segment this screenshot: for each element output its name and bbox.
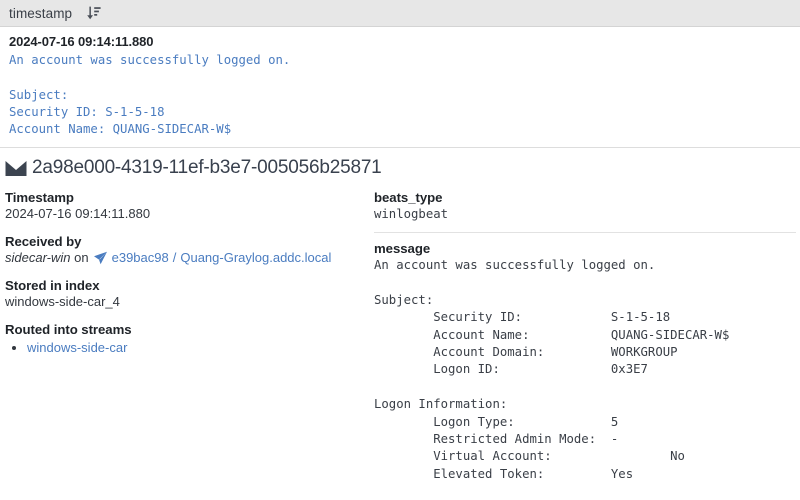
field-name: message <box>374 240 431 256</box>
sidecar-node-icon <box>93 251 108 265</box>
received-by-block: Received by sidecar-win on e39bac98 / Qu… <box>5 234 360 265</box>
envelope-icon <box>5 160 27 177</box>
preview-timestamp: 2024-07-16 09:14:11.880 <box>9 34 154 49</box>
routed-into-streams-label: Routed into streams <box>5 322 132 338</box>
field-divider <box>374 231 796 233</box>
message-fields-panel: beats_type winlogbeat message An account… <box>374 185 800 491</box>
received-node-name-link[interactable]: Quang-Graylog.addc.local <box>180 250 331 265</box>
timestamp-block: Timestamp 2024-07-16 09:14:11.880 <box>5 190 360 221</box>
timestamp-column-header[interactable]: timestamp <box>0 0 800 27</box>
message-detail-body: Timestamp 2024-07-16 09:14:11.880 Receiv… <box>0 185 800 491</box>
received-separator: / <box>172 250 177 266</box>
timestamp-label: Timestamp <box>5 190 74 206</box>
field-name: beats_type <box>374 190 443 206</box>
received-input-name: sidecar-win <box>5 250 71 266</box>
stored-in-index-block: Stored in index windows-side-car_4 <box>5 278 360 309</box>
column-header-label: timestamp <box>9 5 73 21</box>
field-beats-type: beats_type winlogbeat <box>374 190 796 231</box>
streams-list: windows-side-car <box>5 339 360 357</box>
preview-message-text: An account was successfully logged on. S… <box>9 53 291 137</box>
timestamp-value: 2024-07-16 09:14:11.880 <box>5 206 151 222</box>
message-id-value: 2a98e000-4319-11ef-b3e7-005056b25871 <box>32 157 382 179</box>
received-by-label: Received by <box>5 234 82 250</box>
field-value: An account was successfully logged on. S… <box>374 257 730 481</box>
field-message: message An account was successfully logg… <box>374 241 796 491</box>
message-metadata-panel: Timestamp 2024-07-16 09:14:11.880 Receiv… <box>0 185 374 370</box>
field-value: winlogbeat <box>374 207 449 222</box>
message-preview-row[interactable]: 2024-07-16 09:14:11.880 An account was s… <box>0 27 800 149</box>
received-node-id-link[interactable]: e39bac98 <box>112 250 169 265</box>
list-item[interactable]: windows-side-car <box>27 339 360 357</box>
stored-in-index-value: windows-side-car_4 <box>5 294 120 310</box>
received-by-value: sidecar-win on e39bac98 / Quang-Graylog.… <box>5 250 360 265</box>
stored-in-index-label: Stored in index <box>5 278 100 294</box>
routed-into-streams-block: Routed into streams windows-side-car <box>5 322 360 357</box>
received-on-word: on <box>74 250 89 266</box>
message-id-header: 2a98e000-4319-11ef-b3e7-005056b25871 <box>0 148 800 185</box>
stream-link[interactable]: windows-side-car <box>27 340 127 355</box>
sort-descending-icon[interactable] <box>86 6 101 20</box>
